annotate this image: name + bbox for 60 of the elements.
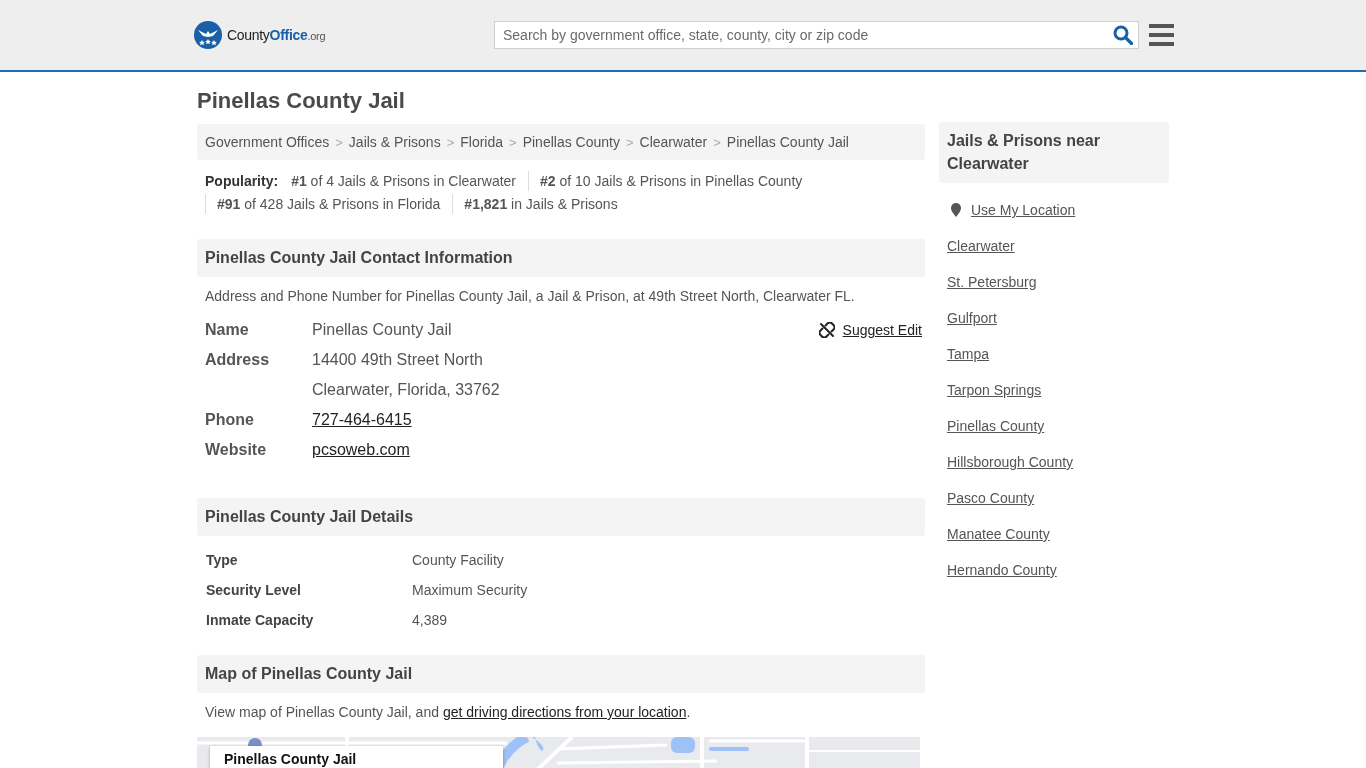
nearby-link[interactable]: Tampa [947, 344, 990, 364]
breadcrumb-link[interactable]: Government Offices [205, 134, 330, 150]
contact-link[interactable]: 727-464-6415 [312, 405, 412, 435]
stars-emblem-icon [194, 21, 222, 49]
field-value: 14400 49th Street North [312, 350, 483, 370]
nearby-link[interactable]: St. Petersburg [947, 272, 1037, 292]
map-pin-icon [951, 203, 961, 217]
breadcrumb-separator: > [335, 134, 343, 150]
search-button[interactable] [1113, 25, 1133, 45]
field-label: Inmate Capacity [206, 611, 315, 630]
popularity-rank: #2 of 10 Jails & Prisons in Pinellas County [528, 171, 815, 191]
suggest-edit-link[interactable]: Suggest Edit [818, 321, 922, 339]
popularity-rank: #91 of 428 Jails & Prisons in Florida [205, 194, 453, 214]
nearby-link[interactable]: Pinellas County [947, 416, 1045, 436]
page-title: Pinellas County Jail [197, 88, 406, 114]
popularity-rank: #1 of 4 Jails & Prisons in Clearwater [291, 172, 517, 191]
breadcrumb-separator: > [446, 134, 455, 150]
field-value: County Facility [412, 551, 504, 570]
section-heading: Pinellas County Jail Contact Information [197, 239, 925, 277]
nearby-link[interactable]: Hillsborough County [947, 452, 1074, 472]
field-value: Pinellas County Jail [312, 320, 452, 340]
field-label: Address [205, 350, 271, 370]
field-value: Clearwater, Florida, 33762 [312, 380, 500, 400]
search-field[interactable]: Search by government office, state, county, city or zip code [494, 21, 1139, 49]
breadcrumb-separator: > [713, 134, 721, 150]
logo-text[interactable]: CountyOffice.org [227, 27, 326, 43]
nearby-link[interactable]: Hernando County [947, 560, 1057, 580]
broken-link-icon [818, 322, 835, 338]
field-label: Type [206, 551, 239, 570]
field-value: Maximum Security [412, 581, 528, 600]
field-label: Website [205, 440, 268, 460]
nearby-link[interactable]: Pasco County [947, 488, 1035, 508]
field-label: Phone [205, 410, 255, 430]
field-label: Name [205, 320, 250, 340]
breadcrumb-link[interactable]: Pinellas County Jail [726, 134, 849, 150]
breadcrumb-separator: > [509, 134, 517, 150]
breadcrumb-separator: > [625, 134, 634, 150]
popularity-label: Popularity: [205, 172, 279, 191]
sidebar-heading: Jails & Prisons near Clearwater [939, 122, 1169, 183]
location-link[interactable]: Use My Location [947, 200, 1161, 220]
nearby-link[interactable]: Clearwater [947, 236, 1015, 256]
nearby-link[interactable]: Tarpon Springs [947, 380, 1042, 400]
field-label: Security Level [206, 581, 302, 600]
contact-link[interactable]: pcsoweb.com [312, 435, 410, 465]
breadcrumb-link[interactable]: Pinellas County [522, 134, 620, 150]
menu-icon [1149, 24, 1174, 46]
map-info-title: Pinellas County Jail [224, 751, 357, 767]
popularity-rank: #1,821 in Jails & Prisons [452, 194, 630, 214]
section-heading: Pinellas County Jail Details [197, 498, 925, 536]
search-icon [1113, 25, 1133, 45]
nearby-link[interactable]: Manatee County [947, 524, 1050, 544]
breadcrumb-link[interactable]: Florida [460, 134, 504, 150]
breadcrumb-link[interactable]: Jails & Prisons [348, 134, 441, 150]
section-description: Address and Phone Number for Pinellas County Jail, a Jail & Prison, at 49th Street North, Clearwater FL. [205, 287, 856, 306]
section-description: View map of Pinellas County Jail, and get driving directions from your location. [205, 703, 692, 722]
section-heading: Map of Pinellas County Jail [197, 655, 925, 693]
nearby-link[interactable]: Gulfport [947, 308, 997, 328]
menu-button[interactable] [1149, 24, 1174, 46]
field-value: 4,389 [412, 611, 448, 630]
breadcrumb-link[interactable]: Clearwater [639, 134, 708, 150]
